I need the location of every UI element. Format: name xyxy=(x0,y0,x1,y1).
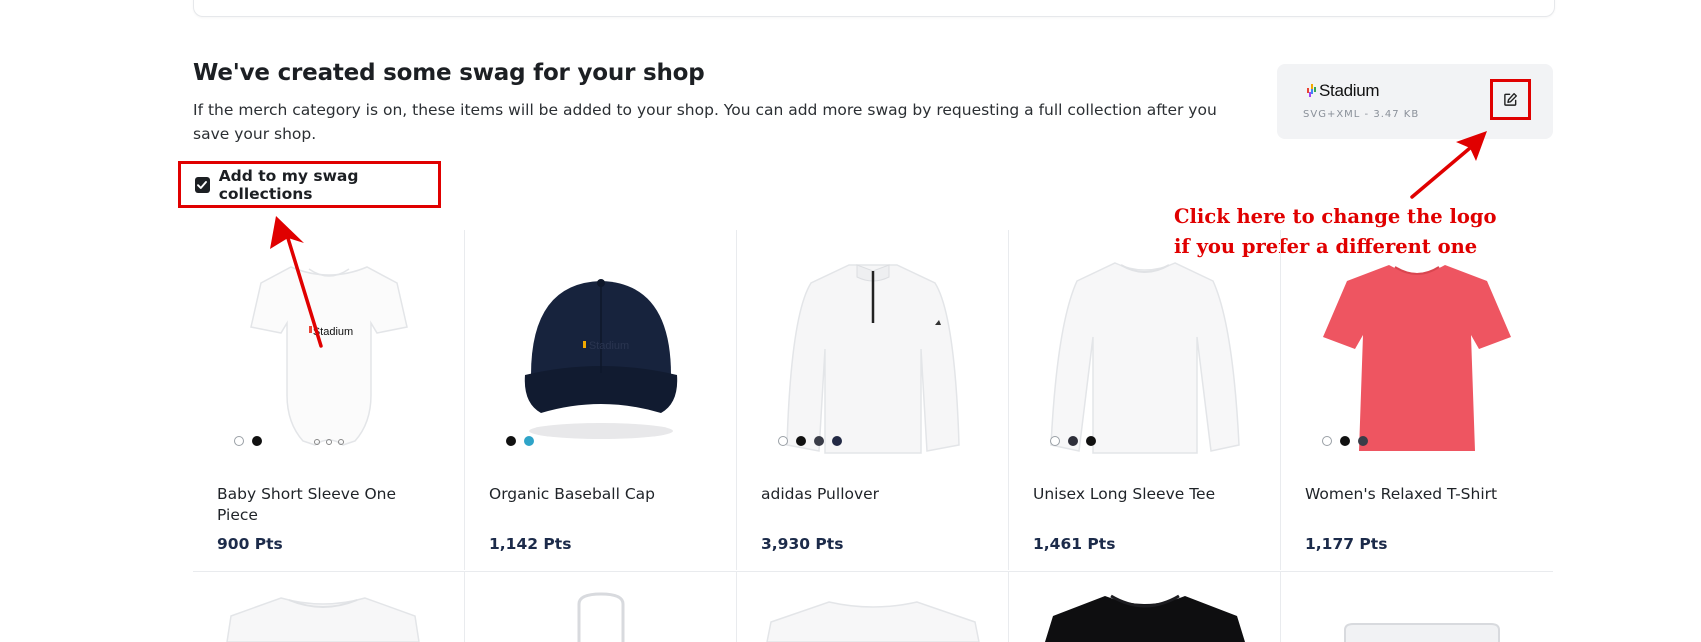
previous-section-panel xyxy=(193,0,1555,17)
product-card[interactable] xyxy=(1281,572,1553,642)
swatch-teal[interactable] xyxy=(524,436,534,446)
product-card[interactable]: Unisex Long Sleeve Tee 1,461 Pts xyxy=(1009,230,1281,570)
product-price: 3,930 Pts xyxy=(761,535,844,553)
product-grid-second-row xyxy=(193,572,1553,642)
svg-text:Stadium: Stadium xyxy=(313,326,353,338)
product-price: 1,142 Pts xyxy=(489,535,572,553)
product-image-long-sleeve-tee[interactable] xyxy=(1035,245,1255,455)
logo-name: Stadium xyxy=(1319,81,1380,100)
swatch-charcoal[interactable] xyxy=(814,436,824,446)
swatch-black[interactable] xyxy=(252,436,262,446)
product-card[interactable] xyxy=(193,572,465,642)
product-name[interactable]: Women's Relaxed T-Shirt xyxy=(1305,484,1525,505)
arrow-to-edit-logo xyxy=(1410,131,1487,199)
color-swatches xyxy=(1050,436,1096,446)
product-image-baseball-cap[interactable]: Stadium xyxy=(491,245,711,455)
product-grid: Stadium Baby Short Sleeve One Piece 900 … xyxy=(193,230,1553,570)
swatch-black[interactable] xyxy=(1340,436,1350,446)
stadium-logo-icon xyxy=(1307,84,1316,97)
swatch-white[interactable] xyxy=(778,436,788,446)
color-swatches xyxy=(778,436,842,446)
product-name[interactable]: Baby Short Sleeve One Piece xyxy=(217,484,437,526)
product-name[interactable]: Unisex Long Sleeve Tee xyxy=(1033,484,1253,505)
checkbox-checked-icon[interactable] xyxy=(195,176,210,193)
product-image-white-tee[interactable] xyxy=(193,572,465,642)
stadium-logo: Stadium xyxy=(1307,81,1380,101)
swatch-white[interactable] xyxy=(1322,436,1332,446)
product-card[interactable]: adidas Pullover 3,930 Pts xyxy=(737,230,1009,570)
color-swatches xyxy=(506,436,534,446)
product-card[interactable] xyxy=(465,572,737,642)
swatch-black[interactable] xyxy=(796,436,806,446)
swatch-white[interactable] xyxy=(234,436,244,446)
product-name[interactable]: Organic Baseball Cap xyxy=(489,484,709,505)
product-price: 900 Pts xyxy=(217,535,283,553)
logo-file-meta: SVG+XML - 3.47 KB xyxy=(1303,109,1420,120)
product-image-tote-bag[interactable] xyxy=(465,572,737,642)
color-swatches xyxy=(234,436,262,446)
swatch-charcoal[interactable] xyxy=(1358,436,1368,446)
product-image-womens-relaxed-tee[interactable] xyxy=(1307,245,1527,455)
add-to-swag-collections-checkbox[interactable]: Add to my swag collections xyxy=(178,161,441,208)
swatch-black[interactable] xyxy=(506,436,516,446)
product-card[interactable] xyxy=(737,572,1009,642)
product-image-black-tee[interactable] xyxy=(1009,572,1281,642)
section-description: If the merch category is on, these items… xyxy=(193,101,1217,143)
swatch-charcoal[interactable] xyxy=(1068,436,1078,446)
product-image-mug[interactable] xyxy=(1281,572,1553,642)
swatch-navy[interactable] xyxy=(832,436,842,446)
product-price: 1,177 Pts xyxy=(1305,535,1388,553)
product-card[interactable] xyxy=(1009,572,1281,642)
product-name[interactable]: adidas Pullover xyxy=(761,484,981,505)
product-card[interactable]: Women's Relaxed T-Shirt 1,177 Pts xyxy=(1281,230,1553,570)
edit-logo-button[interactable] xyxy=(1490,79,1531,120)
product-image-baby-onesie[interactable]: Stadium xyxy=(219,245,439,455)
product-card[interactable]: Stadium Baby Short Sleeve One Piece 900 … xyxy=(193,230,465,570)
checkbox-label: Add to my swag collections xyxy=(218,166,359,203)
product-card[interactable]: Stadium Organic Baseball Cap 1,142 Pts xyxy=(465,230,737,570)
swatch-white[interactable] xyxy=(1050,436,1060,446)
swatch-black[interactable] xyxy=(1086,436,1096,446)
product-image-adidas-pullover[interactable] xyxy=(763,245,983,455)
annotation-line-1: Click here to change the logo xyxy=(1174,205,1497,228)
color-swatches xyxy=(1322,436,1368,446)
svg-text:Stadium: Stadium xyxy=(589,340,629,352)
edit-icon xyxy=(1504,92,1518,106)
logo-card: Stadium SVG+XML - 3.47 KB xyxy=(1277,64,1553,139)
product-price: 1,461 Pts xyxy=(1033,535,1116,553)
section-title: We've created some swag for your shop xyxy=(193,60,705,86)
product-image-white-crop-tee[interactable] xyxy=(737,572,1009,642)
